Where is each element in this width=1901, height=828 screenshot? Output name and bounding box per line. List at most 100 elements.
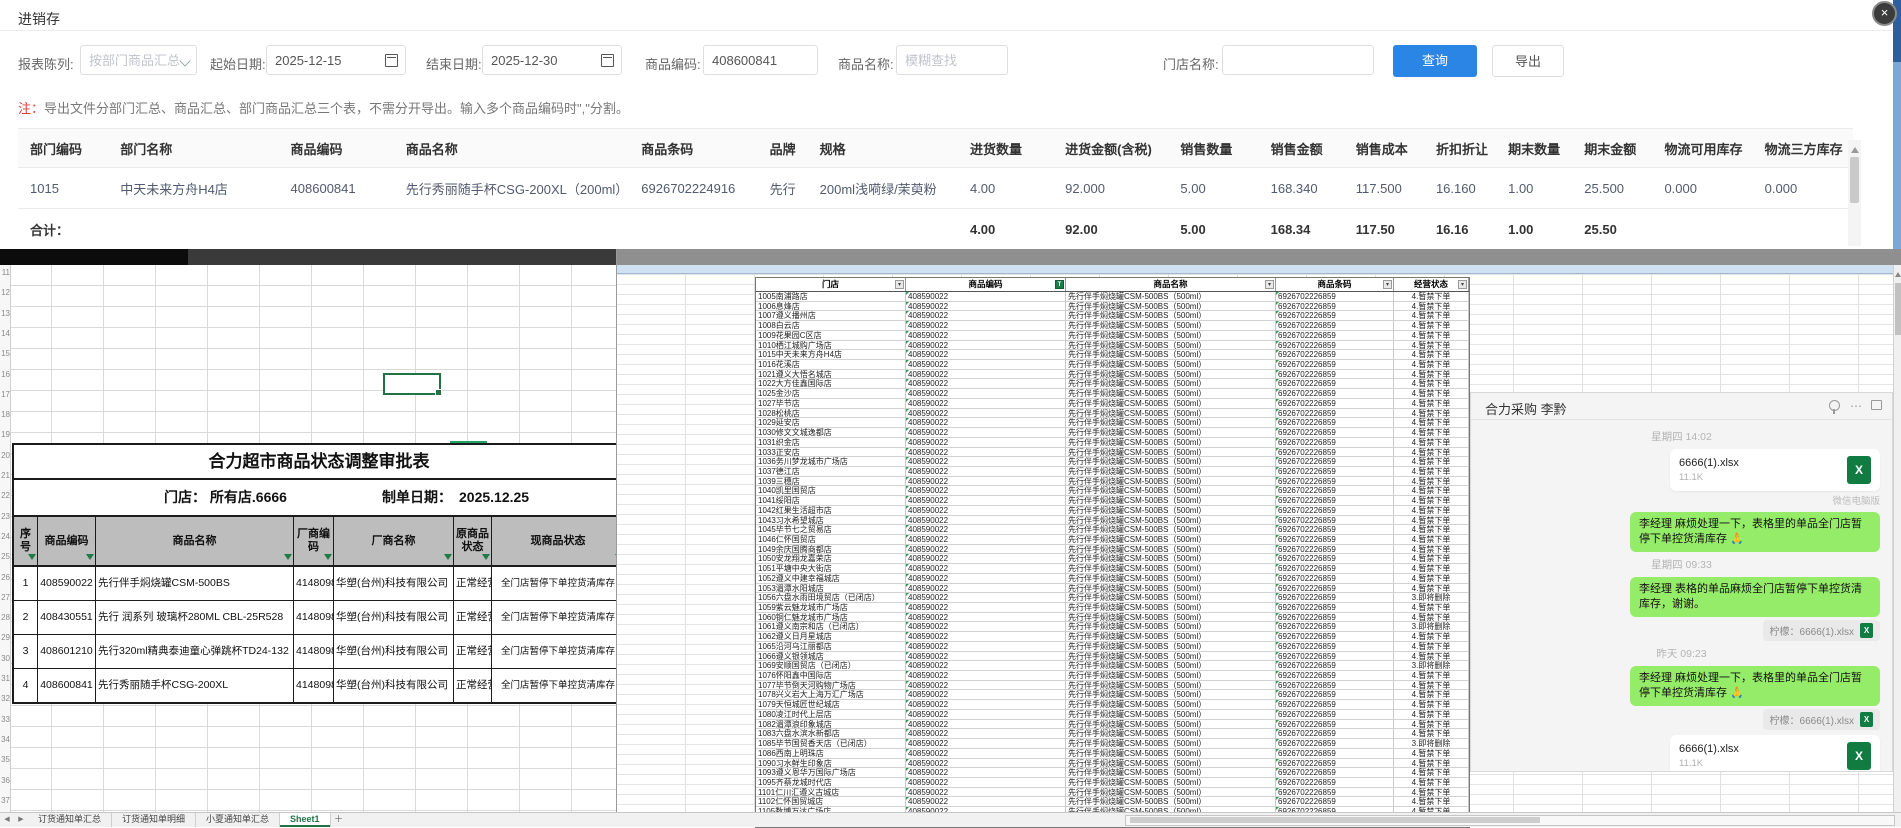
filter-dropdown-icon[interactable]: ▾ [895,280,904,289]
scrollbar-thumb[interactable] [1850,157,1859,203]
store-row[interactable]: 1008白云店 408590022 先行伴手焖烧罐CSM-500BS（500ml） 6… [756,321,1469,331]
excel-vertical-scrollbar[interactable] [1893,265,1901,812]
store-row[interactable]: 1005南浦路店 408590022 先行伴手焖烧罐CSM-500BS（500ml）… [756,292,1469,302]
add-sheet-button[interactable]: ＋ [331,813,347,827]
file-message-card[interactable]: 6666(1).xlsx 11.1K X [1670,449,1880,491]
approval-column-header[interactable]: 厂商名称 [334,517,454,565]
more-icon[interactable]: ⋯ [1850,400,1862,412]
close-icon[interactable]: × [1872,1,1897,26]
store-row[interactable]: 1090习水鲜生印象店 408590022 先行伴手焖烧罐CSM-500BS（500… [756,758,1469,769]
store-row[interactable]: 1022大方佳鑫国际店 408590022 先行伴手焖烧罐CSM-500BS（500… [756,379,1469,390]
store-row[interactable]: 1076怀阳鑫中国际店 408590022 先行伴手焖烧罐CSM-500BS（500… [756,671,1469,681]
store-row[interactable]: 1059紫云魅龙城市广场店 408590022 先行伴手焖烧罐CSM-500BS（5… [756,603,1469,613]
quoted-file-reference[interactable]: 柠檬：6666(1).xlsx X [1762,620,1880,641]
store-row[interactable]: 1095齐蔡龙城时代店 408590022 先行伴手焖烧罐CSM-500BS（500… [756,777,1469,788]
store-row[interactable]: 1102仁怀国贸城店 408590022 先行伴手焖烧罐CSM-500BS（500m… [756,797,1469,808]
sheet-nav-arrow[interactable]: ◀ [0,813,14,827]
approval-column-header[interactable]: 现商品状态 [492,517,624,565]
store-row[interactable]: 1053湄潭水阳城店 408590022 先行伴手焖烧罐CSM-500BS（500m… [756,583,1469,594]
store-row[interactable]: 1015中天未来方舟H4店 408590022 先行伴手焖烧罐CSM-500BS（5… [756,350,1469,361]
store-row[interactable]: 1027毕节店 408590022 先行伴手焖烧罐CSM-500BS（500ml） 6… [756,398,1469,409]
approval-column-header[interactable]: 商品名称 [96,517,294,565]
store-row[interactable]: 1080凌江时代上层店 408590022 先行伴手焖烧罐CSM-500BS（500… [756,709,1469,720]
store-row[interactable]: 1077毕节倒天河购物广场店 408590022 先行伴手焖烧罐CSM-500BS（… [756,680,1469,691]
report-type-select[interactable]: 按部门商品汇总 [80,45,197,75]
store-row[interactable]: 1082湄潭浪印象城店 408590022 先行伴手焖烧罐CSM-500BS（500… [756,719,1469,730]
store-row[interactable]: 1010栖江城购广场店 408590022 先行伴手焖烧罐CSM-500BS（500… [756,340,1469,351]
filter-dropdown-icon[interactable]: ▾ [1265,280,1274,289]
store-row[interactable]: 1037德江店 408590022 先行伴手焖烧罐CSM-500BS（500ml） 6… [756,466,1469,477]
table-row[interactable]: 1015 中天未来方舟H4店 408600841 先行秀丽随手杯CSG-200XL（2… [18,167,1853,209]
store-column-header[interactable]: 门店 ▾ [756,278,906,291]
approval-column-header[interactable]: 商品编码 [38,517,96,565]
store-row[interactable]: 1043习水希望城店 408590022 先行伴手焖烧罐CSM-500BS（500m… [756,515,1469,526]
store-row[interactable]: 1083六盘水滨水新都店 408590022 先行伴手焖烧罐CSM-500BS（50… [756,729,1469,740]
filter-active-icon[interactable]: T [1055,280,1064,289]
store-row[interactable]: 1045毕节七之贸易店 408590022 先行伴手焖烧罐CSM-500BS（500… [756,525,1469,535]
filter-dropdown-icon[interactable] [28,554,36,564]
store-row[interactable]: 1036务川梦龙城市广场店 408590022 先行伴手焖烧罐CSM-500BS（5… [756,457,1469,467]
store-row[interactable]: 1065沿河乌江丽都店 408590022 先行伴手焖烧罐CSM-500BS（500… [756,641,1469,652]
scrollbar-thumb[interactable] [0,249,188,265]
window-vertical-scrollbar[interactable] [1893,0,1901,249]
store-row[interactable]: 1078兴义岩大上海万汇广场店 408590022 先行伴手焖烧罐CSM-500BS… [756,690,1469,701]
sheet-nav-arrow[interactable]: ▶ [14,813,28,827]
filter-dropdown-icon[interactable] [86,554,94,564]
store-row[interactable]: 1062遵义日月星城店 408590022 先行伴手焖烧罐CSM-500BS（500… [756,632,1469,642]
quoted-file-reference[interactable]: 柠檬：6666(1).xlsx X [1762,709,1880,730]
product-code-input[interactable]: 408600841 [703,45,818,75]
sheet-tab-订货通知单明细[interactable]: 订货通知单明细 [112,813,197,827]
approval-column-header[interactable]: 序号 [14,517,38,565]
store-column-header[interactable]: 商品名称 ▾ [1066,278,1276,291]
export-button[interactable]: 导出 [1492,45,1564,77]
product-name-input[interactable]: 模糊查找 [896,45,1008,75]
store-row[interactable]: 1085毕节国贸香天店（已闭店） 408590022 先行伴手焖烧罐CSM-500B… [756,739,1469,749]
horizontal-scrollbar[interactable] [0,249,617,265]
store-row[interactable]: 1052遵义中建幸福城店 408590022 先行伴手焖烧罐CSM-500BS（50… [756,573,1469,584]
scrollbar-thumb[interactable] [1894,283,1901,335]
store-row[interactable]: 1031织金店 408590022 先行伴手焖烧罐CSM-500BS（500ml） 6… [756,437,1469,448]
store-row[interactable]: 1093遵义恩华万国际广场店 408590022 先行伴手焖烧罐CSM-500BS（… [756,768,1469,778]
store-row[interactable]: 1101仁川汇遵义古城店 408590022 先行伴手焖烧罐CSM-500BS（50… [756,787,1469,798]
popout-icon[interactable] [1871,400,1882,410]
store-row[interactable]: 1042红果生活超市店 408590022 先行伴手焖烧罐CSM-500BS（500… [756,505,1469,516]
store-row[interactable]: 1040凯里国贸店 408590022 先行伴手焖烧罐CSM-500BS（500ml… [756,486,1469,497]
store-name-input[interactable] [1222,45,1374,75]
sheet-tab-小夏通知单汇总[interactable]: 小夏通知单汇总 [196,813,281,827]
store-row[interactable]: 1021遵义大悟名城店 408590022 先行伴手焖烧罐CSM-500BS（500… [756,369,1469,380]
excel-horizontal-scrollbar[interactable] [1125,815,1895,826]
store-row[interactable]: 1086西南上明珠店 408590022 先行伴手焖烧罐CSM-500BS（500m… [756,748,1469,759]
excel-selected-cell[interactable] [383,373,442,396]
store-row[interactable]: 1029延安店 408590022 先行伴手焖烧罐CSM-500BS（500ml） 6… [756,418,1469,429]
sheet-tab-订货通知单汇总[interactable]: 订货通知单汇总 [28,813,113,827]
start-date-input[interactable]: 2025-12-15 [266,45,406,75]
store-column-header[interactable]: 商品条码 ▾ [1276,278,1394,291]
store-row[interactable]: 1056六盘水雨田境贸店（已闭店） 408590022 先行伴手焖烧罐CSM-500… [756,593,1469,603]
store-row[interactable]: 1060铜仁魅龙城市广场店 408590022 先行伴手焖烧罐CSM-500BS（5… [756,612,1469,623]
filter-dropdown-icon[interactable] [284,554,292,564]
store-row[interactable]: 1050安龙翔龙嘉荣店 408590022 先行伴手焖烧罐CSM-500BS（500… [756,554,1469,565]
store-row[interactable]: 1030修文文城逸都店 408590022 先行伴手焖烧罐CSM-500BS（500… [756,428,1469,438]
store-row[interactable]: 1006息烽店 408590022 先行伴手焖烧罐CSM-500BS（500ml） 6… [756,301,1469,312]
store-row[interactable]: 1049余庆国腾商都店 408590022 先行伴手焖烧罐CSM-500BS（500… [756,544,1469,555]
end-date-input[interactable]: 2025-12-30 [482,45,622,75]
store-row[interactable]: 1069安顺国贸店（已闭店） 408590022 先行伴手焖烧罐CSM-500BS（… [756,661,1469,672]
filter-dropdown-icon[interactable] [444,554,452,564]
store-row[interactable]: 1041绥阳店 408590022 先行伴手焖烧罐CSM-500BS（500ml） 6… [756,496,1469,506]
store-row[interactable]: 1046仁怀国贸店 408590022 先行伴手焖烧罐CSM-500BS（500ml… [756,534,1469,545]
approval-column-header[interactable]: 厂商编码 [294,517,334,565]
filter-dropdown-icon[interactable] [324,554,332,564]
store-row[interactable]: 1033正安店 408590022 先行伴手焖烧罐CSM-500BS（500ml） 6… [756,447,1469,458]
query-button[interactable]: 查询 [1393,45,1477,77]
store-column-header[interactable]: 经营状态 ▾ [1394,278,1469,291]
file-message-card[interactable]: 6666(1).xlsx 11.1K X [1670,735,1880,771]
store-column-header[interactable]: 商品编码 T [906,278,1066,291]
store-row[interactable]: 1028松桃店 408590022 先行伴手焖烧罐CSM-500BS（500ml） 6… [756,408,1469,419]
store-row[interactable]: 1066遵义银领城店 408590022 先行伴手焖烧罐CSM-500BS（500m… [756,651,1469,662]
approval-column-header[interactable]: 原商品状态 [454,517,492,565]
filter-dropdown-icon[interactable]: ▾ [1458,280,1467,289]
filter-dropdown-icon[interactable]: ▾ [1383,280,1392,289]
pin-icon[interactable] [1829,400,1840,414]
sheet-tab-sheet1[interactable]: Sheet1 [280,813,331,827]
store-row[interactable]: 1061遵义南宗和店（已闭店） 408590022 先行伴手焖烧罐CSM-500BS… [756,622,1469,633]
